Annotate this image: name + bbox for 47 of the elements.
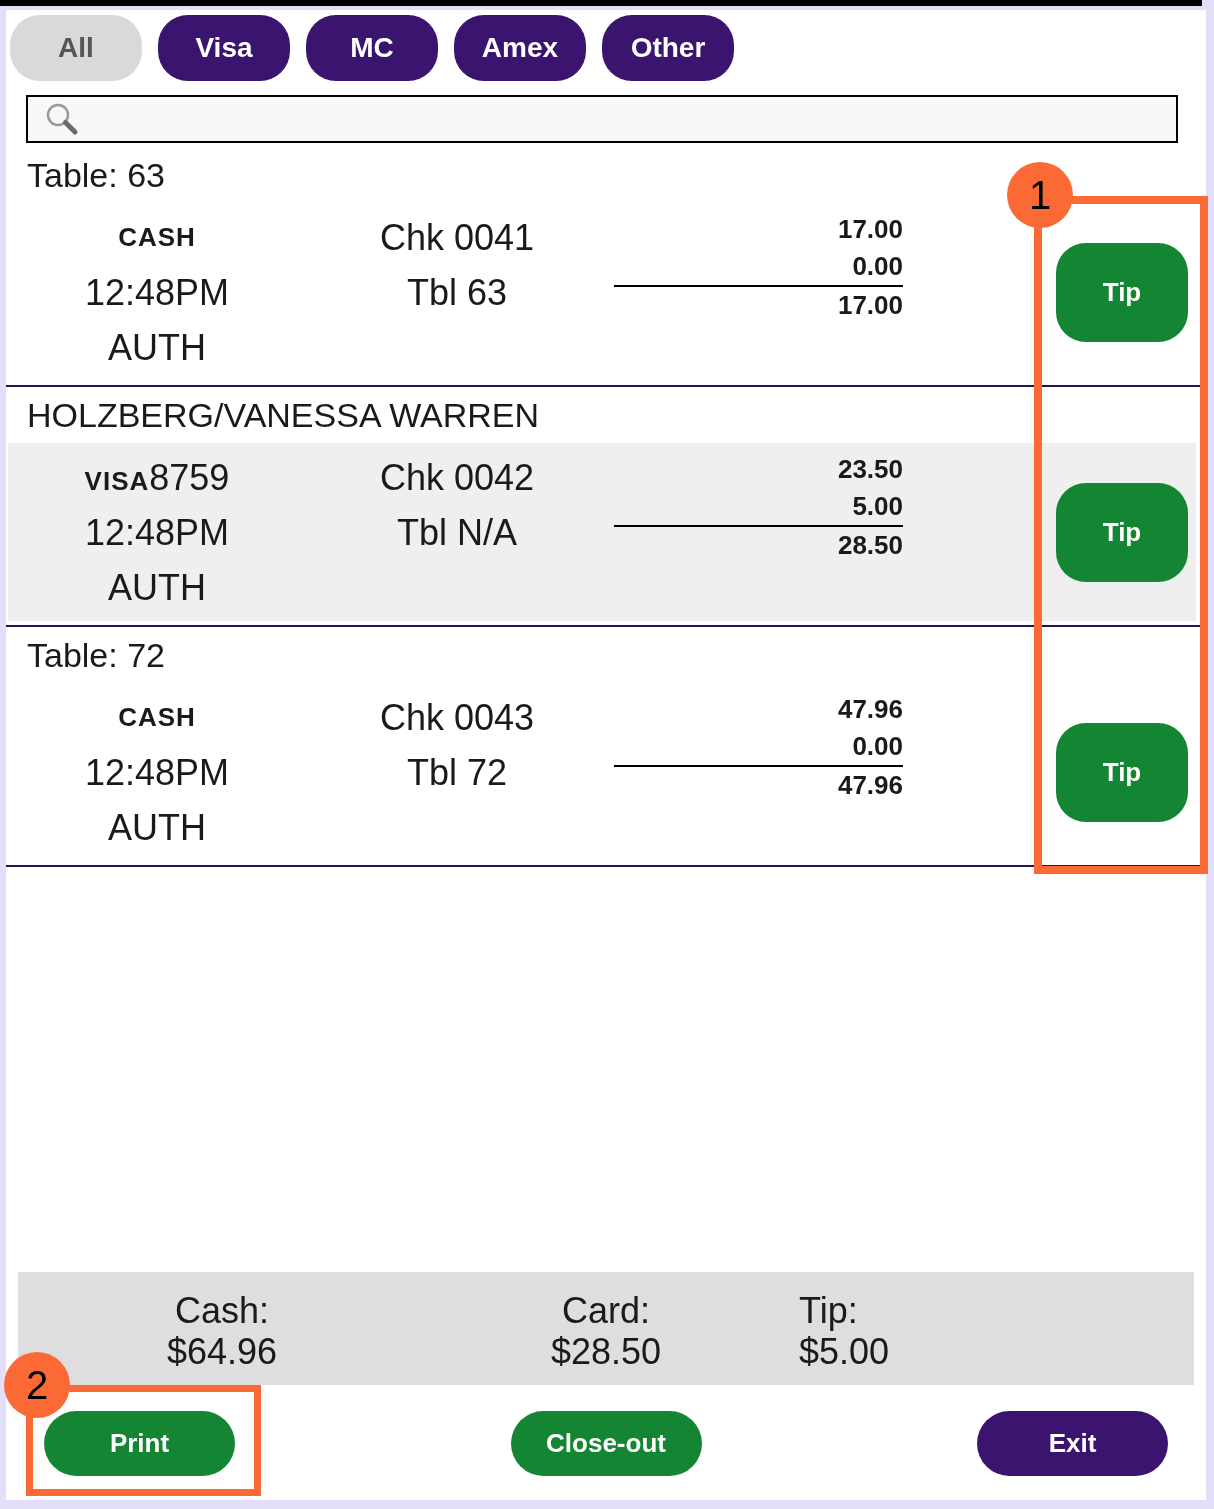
row-heading: Table: 63	[27, 155, 165, 195]
tip-button[interactable]: Tip	[1056, 722, 1188, 822]
summary-value: $64.96	[166, 1331, 278, 1372]
transaction-time: 12:48PM	[84, 271, 230, 315]
auth-status: AUTH	[108, 326, 206, 370]
tip-button[interactable]: Tip	[1056, 482, 1188, 582]
tip-value: 0.00	[852, 730, 903, 763]
total-value: 17.00	[837, 289, 903, 322]
table-number: Tbl 72	[406, 751, 508, 795]
summary-label: Cash:	[174, 1290, 269, 1331]
amount-value: 17.00	[837, 213, 903, 246]
filter-tab[interactable]: All	[10, 15, 142, 81]
auth-status: AUTH	[108, 566, 206, 610]
payment-method: CASH	[118, 701, 196, 734]
summary-value: $28.50	[550, 1331, 662, 1372]
transaction-row[interactable]: VISA8759 12:48PM AUTH Chk 0042 Tbl N/A 23.50 5.00 28.50 Tip	[8, 443, 1196, 621]
search-field[interactable]	[26, 95, 1178, 143]
summary-label: Card:	[562, 1290, 650, 1331]
row-heading: Table: 72	[27, 635, 165, 675]
filter-tab[interactable]: Amex	[454, 15, 586, 81]
transaction-time: 12:48PM	[84, 751, 230, 795]
total-value: 47.96	[837, 769, 903, 802]
payment-method: CASH	[118, 221, 196, 254]
tip-value: 0.00	[852, 250, 903, 283]
tip-button[interactable]: Tip	[1056, 242, 1188, 342]
search-icon	[45, 102, 79, 136]
tip-value: 5.00	[852, 490, 903, 523]
table-number: Tbl 63	[406, 271, 508, 315]
summary-label: Tip:	[799, 1290, 858, 1331]
action-button[interactable]: Close-out	[510, 1411, 702, 1476]
table-number: Tbl N/A	[397, 511, 517, 555]
amount-value: 47.96	[837, 693, 903, 726]
filter-tab[interactable]: Visa	[158, 15, 290, 81]
filter-tab[interactable]: MC	[306, 15, 438, 81]
action-button[interactable]: Exit	[977, 1411, 1168, 1476]
check-number: Chk 0042	[379, 456, 535, 500]
filter-tab[interactable]: Other	[602, 15, 734, 81]
row-heading: HOLZBERG/VANESSA WARREN	[27, 395, 539, 435]
check-number: Chk 0043	[379, 696, 535, 740]
transaction-time: 12:48PM	[84, 511, 230, 555]
summary-value: $5.00	[799, 1331, 890, 1372]
amount-value: 23.50	[837, 453, 903, 486]
action-button[interactable]: Print	[44, 1411, 235, 1476]
total-value: 28.50	[837, 529, 903, 562]
payment-method: VISA8759	[84, 456, 230, 500]
check-number: Chk 0041	[379, 216, 535, 260]
auth-status: AUTH	[108, 806, 206, 850]
